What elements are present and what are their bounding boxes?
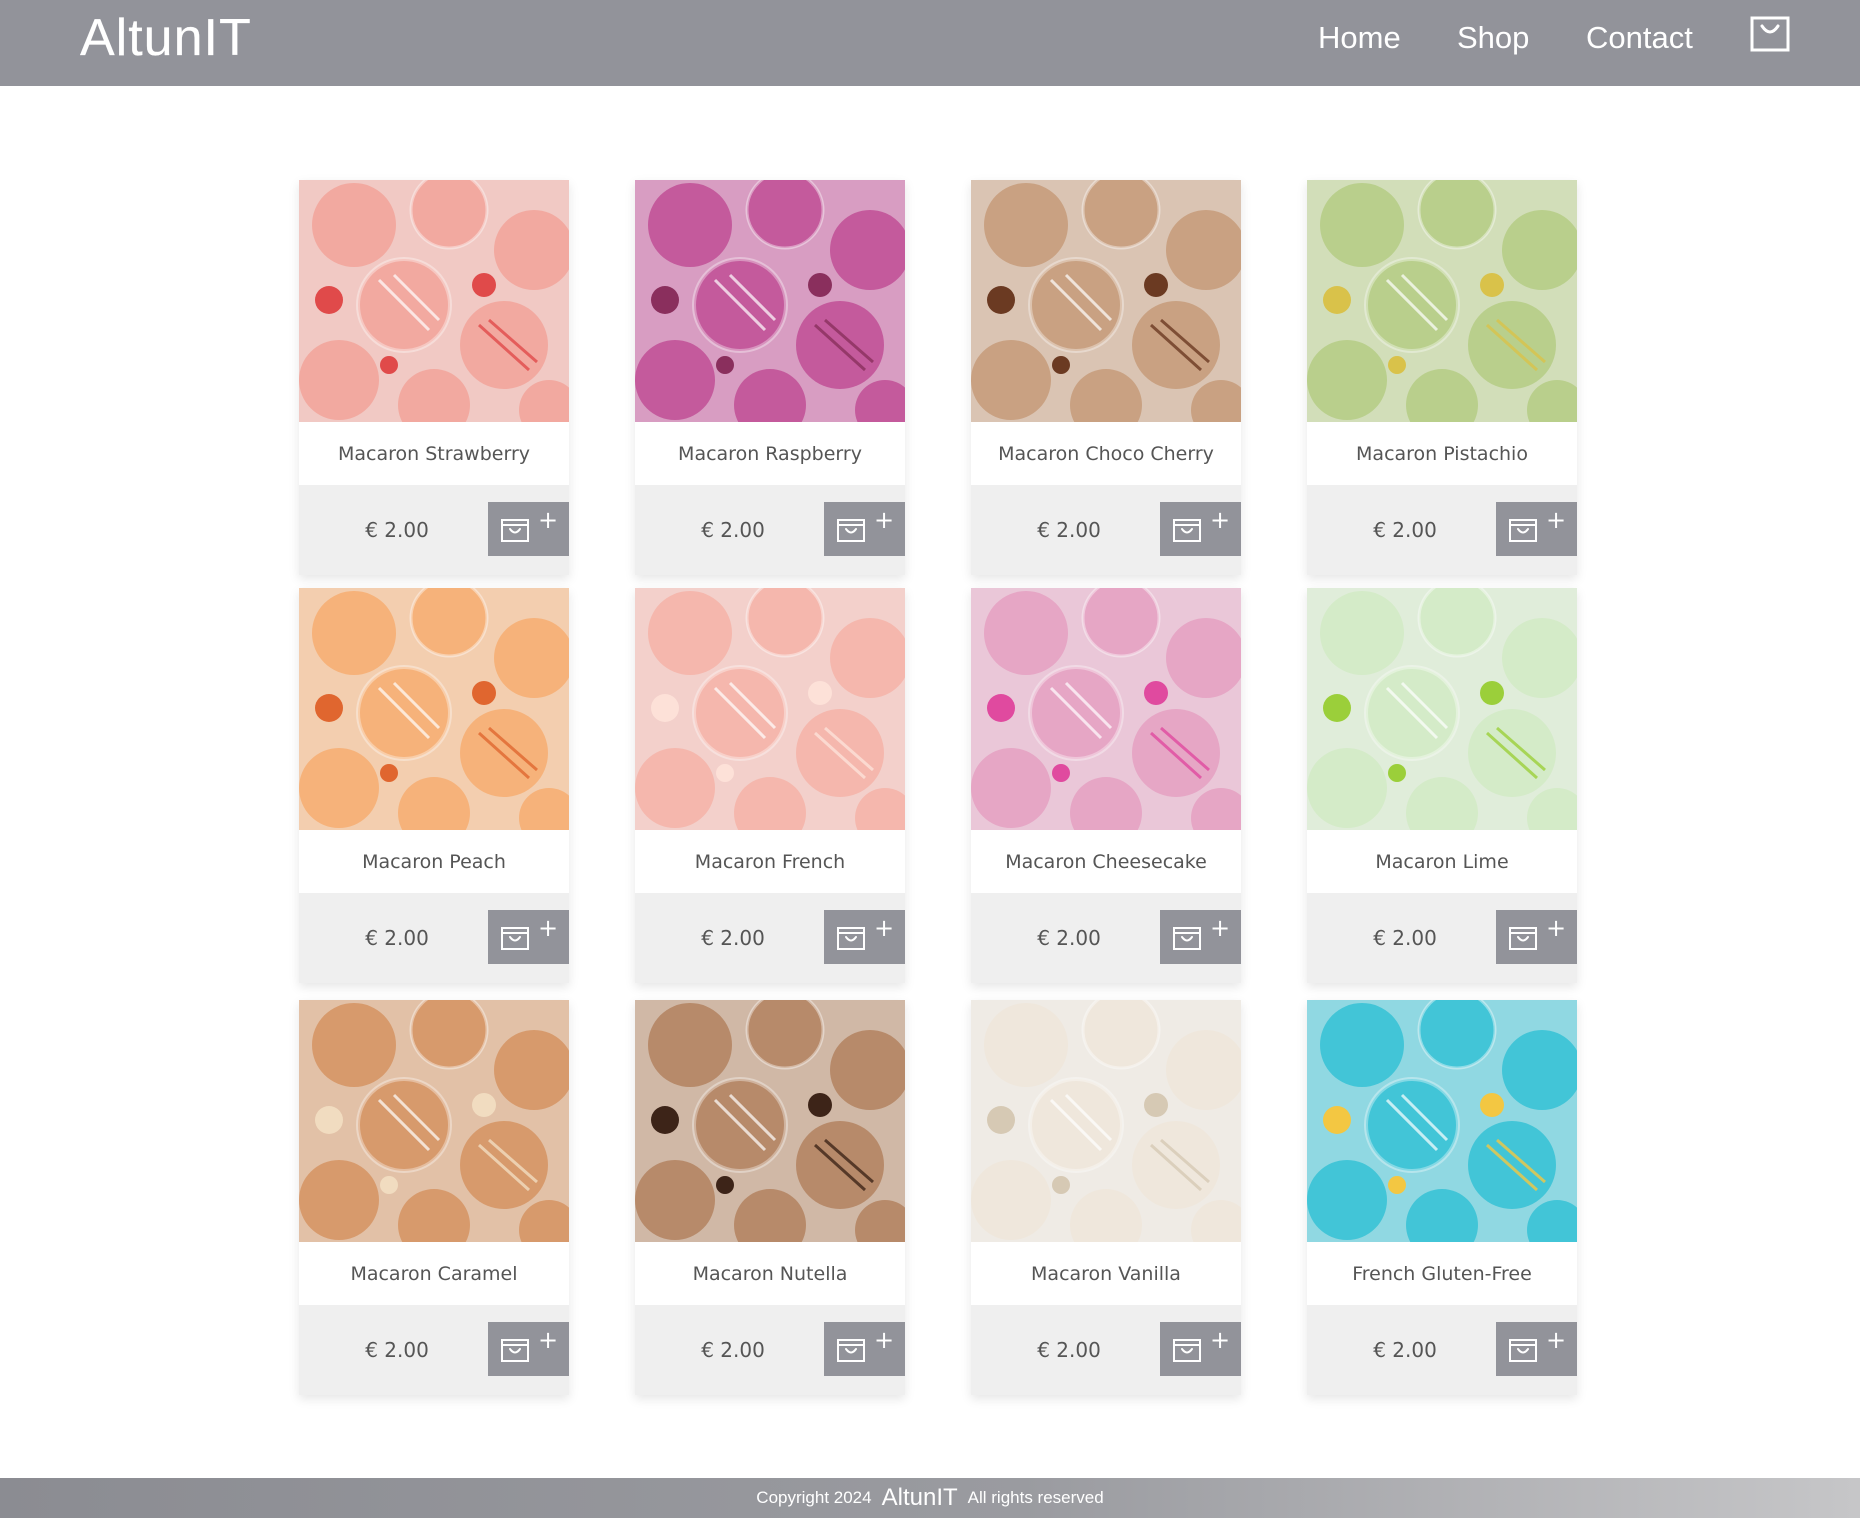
product-price: € 2.00 — [1037, 518, 1101, 542]
product-price: € 2.00 — [1373, 518, 1437, 542]
product-card: Macaron Cheesecake € 2.00 + — [971, 588, 1241, 983]
product-name[interactable]: Macaron Caramel — [299, 1242, 569, 1305]
product-price: € 2.00 — [1037, 1338, 1101, 1362]
product-image[interactable] — [971, 588, 1241, 830]
plus-icon: + — [1546, 1326, 1567, 1354]
product-image[interactable] — [1307, 1000, 1577, 1242]
shopping-bag-icon — [501, 1339, 529, 1362]
nav-home-link[interactable]: Home — [1318, 20, 1401, 56]
product-name[interactable]: Macaron Choco Cherry — [971, 422, 1241, 485]
product-image[interactable] — [635, 588, 905, 830]
plus-icon: + — [874, 506, 895, 534]
product-name[interactable]: Macaron Peach — [299, 830, 569, 893]
plus-icon: + — [538, 506, 559, 534]
product-name[interactable]: Macaron Vanilla — [971, 1242, 1241, 1305]
product-price: € 2.00 — [365, 1338, 429, 1362]
site-footer: Copyright 2024 AltunIT All rights reserv… — [0, 1478, 1860, 1518]
add-to-cart-button[interactable]: + — [824, 502, 905, 556]
shopping-bag-icon — [837, 927, 865, 950]
add-to-cart-button[interactable]: + — [824, 910, 905, 964]
product-price: € 2.00 — [365, 926, 429, 950]
product-card: Macaron Choco Cherry € 2.00 + — [971, 180, 1241, 575]
add-to-cart-button[interactable]: + — [1496, 910, 1577, 964]
product-name[interactable]: Macaron Cheesecake — [971, 830, 1241, 893]
product-price: € 2.00 — [701, 926, 765, 950]
footer-brand: AltunIT — [881, 1484, 958, 1511]
product-price: € 2.00 — [1373, 1338, 1437, 1362]
nav-shop-link[interactable]: Shop — [1457, 20, 1529, 56]
add-to-cart-button[interactable]: + — [1160, 502, 1241, 556]
product-name[interactable]: Macaron French — [635, 830, 905, 893]
product-card: Macaron Lime € 2.00 + — [1307, 588, 1577, 983]
product-name[interactable]: Macaron Pistachio — [1307, 422, 1577, 485]
product-image[interactable] — [299, 1000, 569, 1242]
product-card: Macaron Caramel € 2.00 + — [299, 1000, 569, 1395]
product-card: Macaron Vanilla € 2.00 + — [971, 1000, 1241, 1395]
product-card: Macaron Pistachio € 2.00 + — [1307, 180, 1577, 575]
shopping-bag-icon — [1509, 1339, 1537, 1362]
product-image[interactable] — [971, 1000, 1241, 1242]
add-to-cart-button[interactable]: + — [488, 1322, 569, 1376]
product-name[interactable]: Macaron Nutella — [635, 1242, 905, 1305]
plus-icon: + — [874, 1326, 895, 1354]
product-name[interactable]: Macaron Raspberry — [635, 422, 905, 485]
footer-rights: All rights reserved — [967, 1488, 1104, 1507]
plus-icon: + — [538, 914, 559, 942]
product-name[interactable]: French Gluten-Free — [1307, 1242, 1577, 1305]
shopping-bag-icon — [1509, 519, 1537, 542]
add-to-cart-button[interactable]: + — [1160, 910, 1241, 964]
add-to-cart-button[interactable]: + — [1160, 1322, 1241, 1376]
product-card: Macaron Peach € 2.00 + — [299, 588, 569, 983]
product-card: Macaron Nutella € 2.00 + — [635, 1000, 905, 1395]
add-to-cart-button[interactable]: + — [824, 1322, 905, 1376]
footer-copyright: Copyright 2024 — [756, 1488, 872, 1507]
shopping-bag-icon — [501, 927, 529, 950]
shopping-bag-icon — [501, 519, 529, 542]
plus-icon: + — [1210, 914, 1231, 942]
plus-icon: + — [1210, 506, 1231, 534]
product-grid: Macaron Strawberry € 2.00 + Macaron Raspber… — [0, 0, 1860, 1518]
product-image[interactable] — [635, 1000, 905, 1242]
product-card: Macaron Strawberry € 2.00 + — [299, 180, 569, 575]
shopping-bag-icon — [837, 1339, 865, 1362]
add-to-cart-button[interactable]: + — [488, 502, 569, 556]
product-name[interactable]: Macaron Lime — [1307, 830, 1577, 893]
nav-contact-link[interactable]: Contact — [1586, 20, 1693, 56]
plus-icon: + — [874, 914, 895, 942]
product-price: € 2.00 — [1037, 926, 1101, 950]
product-card: Macaron Raspberry € 2.00 + — [635, 180, 905, 575]
add-to-cart-button[interactable]: + — [1496, 502, 1577, 556]
site-logo[interactable]: AltunIT — [80, 8, 252, 68]
product-name[interactable]: Macaron Strawberry — [299, 422, 569, 485]
product-price: € 2.00 — [701, 1338, 765, 1362]
product-image[interactable] — [971, 180, 1241, 422]
product-price: € 2.00 — [365, 518, 429, 542]
shopping-bag-icon — [1173, 927, 1201, 950]
product-image[interactable] — [299, 180, 569, 422]
site-header: AltunIT Home Shop Contact — [0, 0, 1860, 86]
product-card: French Gluten-Free € 2.00 + — [1307, 1000, 1577, 1395]
shopping-bag-icon — [1173, 519, 1201, 542]
product-image[interactable] — [635, 180, 905, 422]
plus-icon: + — [1210, 1326, 1231, 1354]
shopping-bag-icon[interactable] — [1750, 16, 1790, 52]
add-to-cart-button[interactable]: + — [1496, 1322, 1577, 1376]
plus-icon: + — [1546, 914, 1567, 942]
shopping-bag-icon — [837, 519, 865, 542]
product-card: Macaron French € 2.00 + — [635, 588, 905, 983]
plus-icon: + — [1546, 506, 1567, 534]
product-image[interactable] — [1307, 588, 1577, 830]
product-image[interactable] — [1307, 180, 1577, 422]
plus-icon: + — [538, 1326, 559, 1354]
shopping-bag-icon — [1509, 927, 1537, 950]
add-to-cart-button[interactable]: + — [488, 910, 569, 964]
shopping-bag-icon — [1173, 1339, 1201, 1362]
product-image[interactable] — [299, 588, 569, 830]
product-price: € 2.00 — [1373, 926, 1437, 950]
product-price: € 2.00 — [701, 518, 765, 542]
